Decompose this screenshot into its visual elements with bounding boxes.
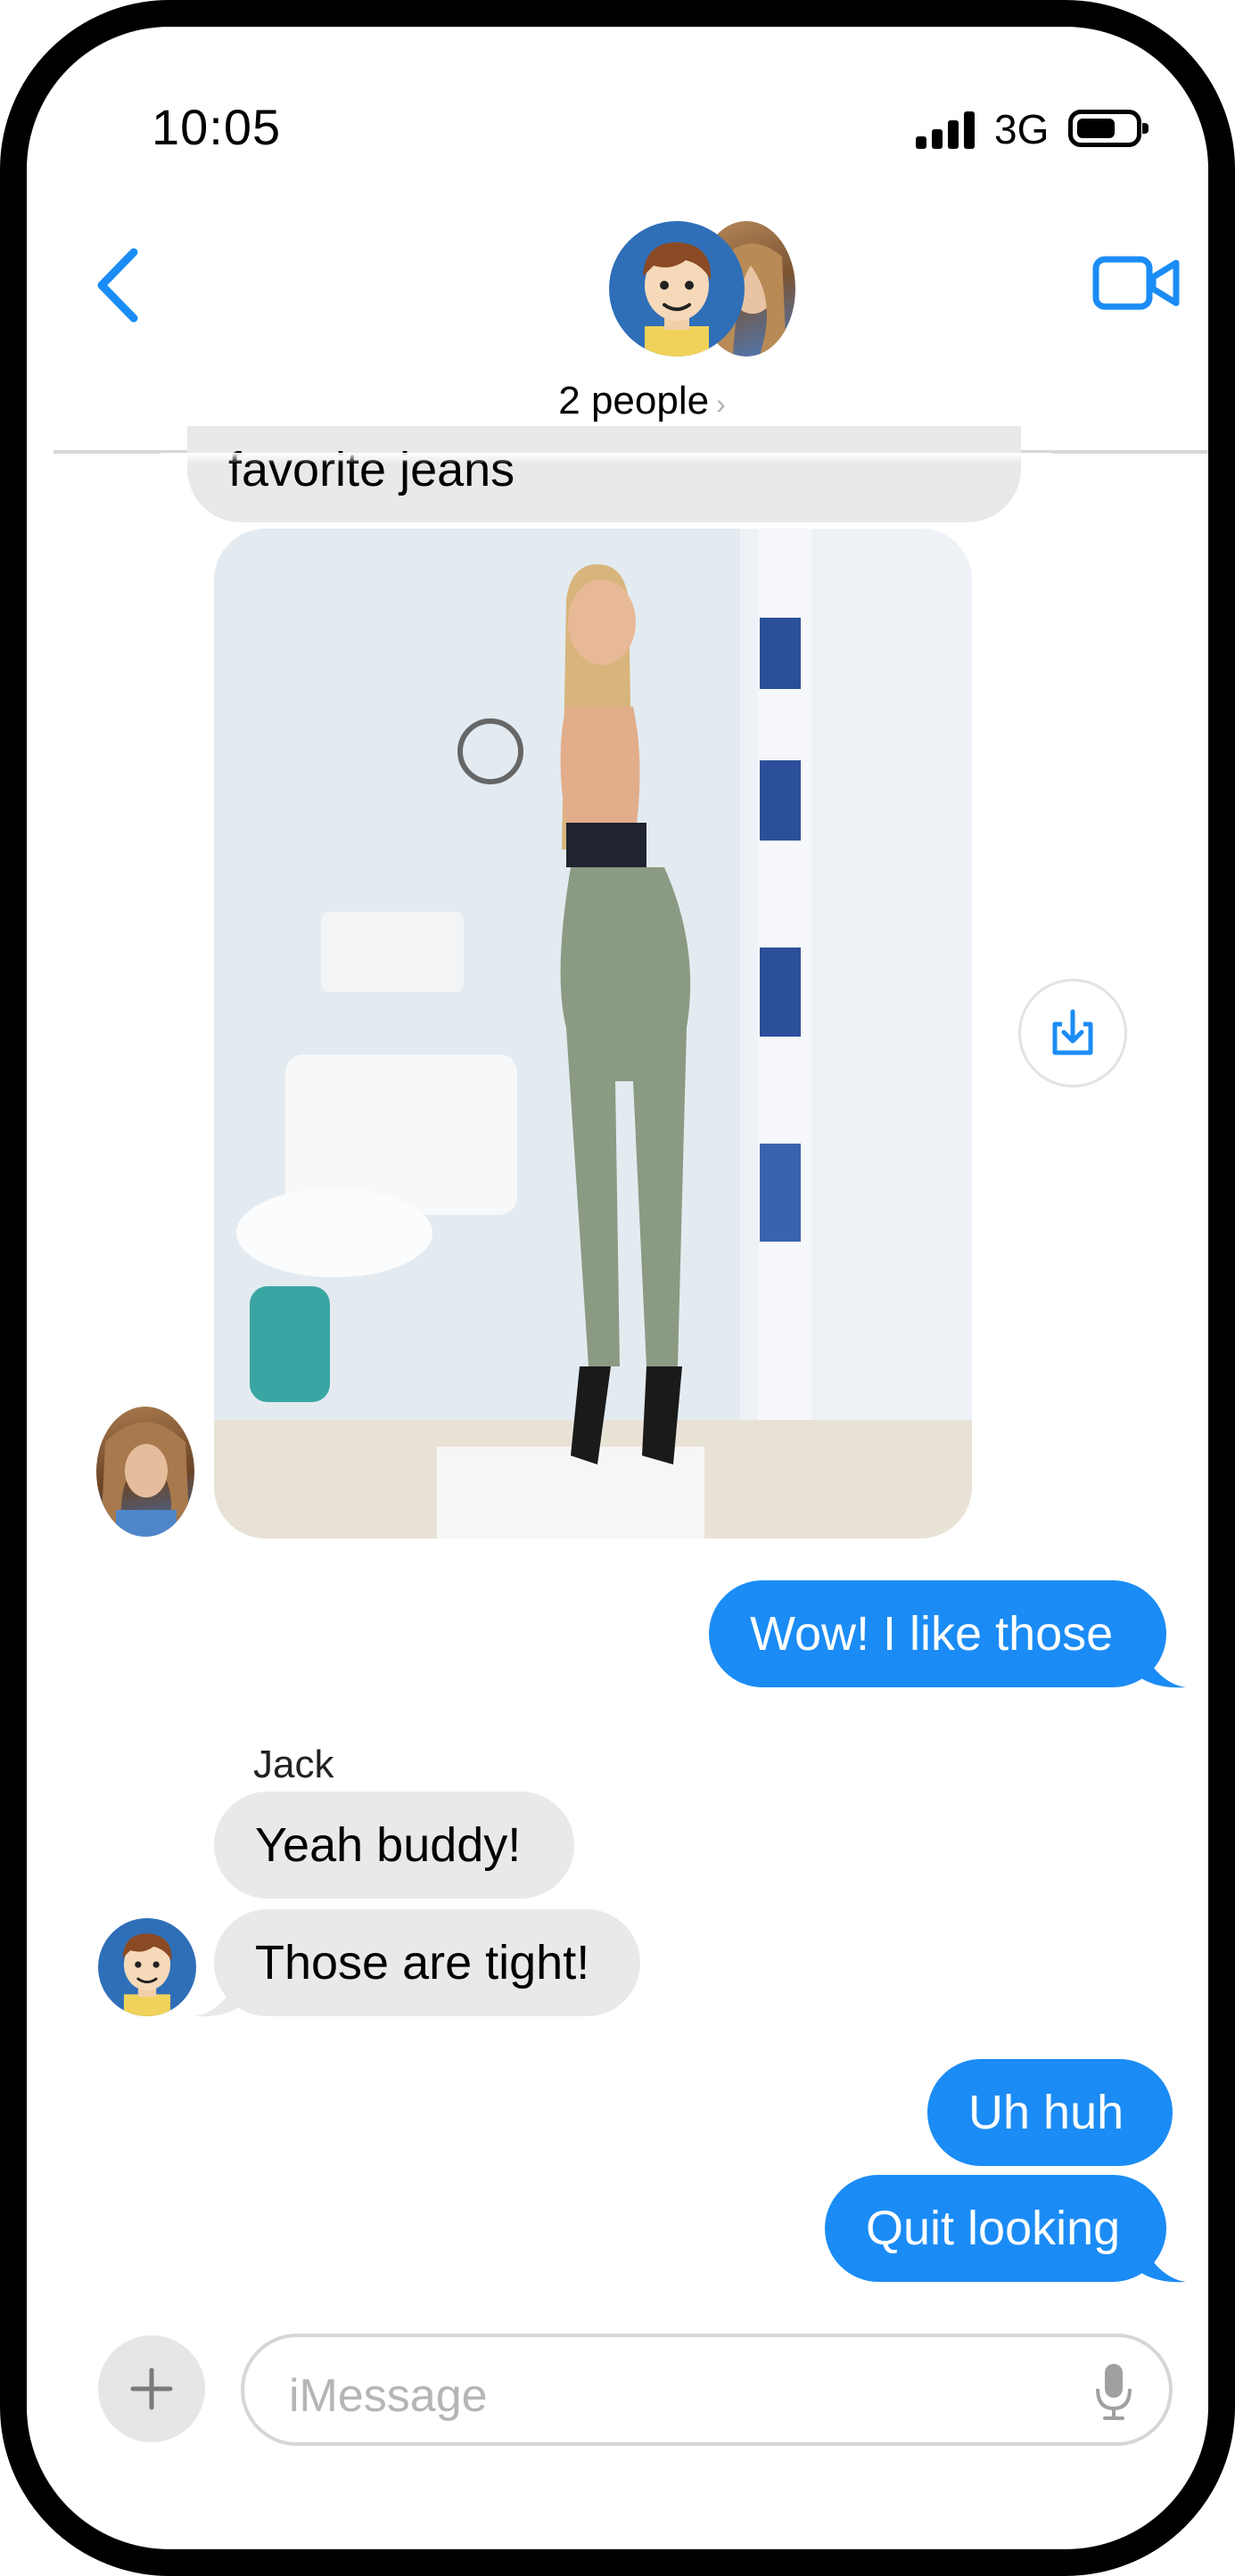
scroll-fade — [161, 453, 1052, 464]
bubble-tail — [1141, 1648, 1186, 1688]
video-camera-icon[interactable] — [1092, 254, 1181, 312]
sender-avatar-woman[interactable] — [96, 1407, 194, 1537]
message-bubble-incoming[interactable]: Yeah buddy! — [214, 1792, 574, 1899]
group-label: 2 people — [558, 379, 710, 422]
bubble-tail — [194, 1977, 239, 2017]
signal-icon — [916, 111, 975, 149]
message-text: Yeah buddy! — [255, 1818, 522, 1872]
sender-avatar-jack[interactable] — [98, 1918, 196, 2016]
battery-icon — [1068, 110, 1149, 147]
sender-name: Jack — [253, 1743, 334, 1786]
bubble-tail — [1141, 2243, 1186, 2283]
message-bubble-outgoing[interactable]: Uh huh — [927, 2059, 1173, 2166]
message-text: Uh huh — [968, 2086, 1124, 2139]
message-input[interactable]: iMessage — [241, 2334, 1173, 2446]
microphone-icon[interactable] — [1094, 2362, 1133, 2421]
phone-frame: 10:05 3G 2 people › favorite jeans Wow! … — [0, 0, 1235, 2576]
input-placeholder: iMessage — [289, 2370, 488, 2422]
network-label: 3G — [994, 106, 1050, 152]
plus-icon — [130, 2367, 173, 2410]
message-text: Those are tight! — [255, 1936, 590, 1989]
group-avatar-jack[interactable] — [609, 221, 745, 357]
save-photo-button[interactable] — [1018, 979, 1127, 1087]
chevron-right-icon: › — [716, 388, 726, 420]
chevron-left-icon[interactable] — [91, 245, 144, 325]
message-bubble-incoming[interactable]: Those are tight! — [194, 1909, 640, 2017]
message-bubble-incoming[interactable]: favorite jeans — [187, 426, 1021, 522]
status-time: 10:05 — [152, 99, 282, 155]
group-title[interactable]: 2 people › — [526, 379, 758, 423]
message-bubble-outgoing[interactable]: Quit looking — [825, 2175, 1186, 2283]
message-text: Wow! I like those — [750, 1607, 1114, 1661]
download-icon — [1052, 1009, 1093, 1055]
plus-button[interactable] — [98, 2335, 205, 2442]
message-photo[interactable] — [214, 529, 972, 1538]
message-text: Quit looking — [866, 2202, 1121, 2255]
message-bubble-outgoing[interactable]: Wow! I like those — [709, 1580, 1186, 1688]
